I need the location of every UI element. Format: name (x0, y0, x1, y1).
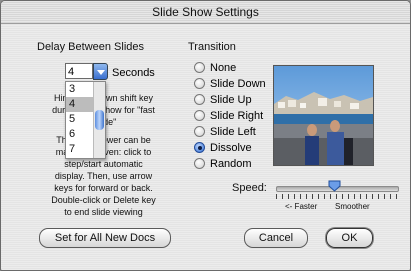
preview-photo (273, 65, 374, 166)
delay-combo-box[interactable]: 4 (65, 63, 108, 81)
radio-label: Slide Left (210, 125, 256, 138)
hint-line: keys for forward or back. (54, 183, 153, 193)
faster-label: <- Faster (285, 202, 318, 211)
radio-button-checked[interactable] (194, 142, 205, 153)
radio-slide-down[interactable]: Slide Down (194, 76, 266, 91)
window-title: Slide Show Settings (152, 5, 259, 19)
radio-label: Slide Right (210, 109, 264, 122)
radio-label: Slide Up (210, 93, 252, 106)
radio-label: Slide Down (210, 77, 266, 90)
radio-slide-left[interactable]: Slide Left (194, 124, 256, 139)
radio-dissolve[interactable]: Dissolve (194, 140, 252, 155)
preview-photo-image (274, 66, 373, 165)
radio-label: None (210, 61, 237, 74)
delay-value-field[interactable]: 4 (65, 63, 93, 79)
slide-show-settings-dialog: Slide Show Settings Delay Between Slides… (0, 0, 411, 271)
speed-label: Speed: (232, 182, 267, 194)
radio-none[interactable]: None (194, 60, 236, 75)
speed-slider-thumb[interactable] (328, 180, 341, 192)
ok-button[interactable]: OK (326, 228, 373, 248)
delay-dropdown-list[interactable]: 3 4 5 6 7 (65, 81, 106, 159)
chevron-down-icon[interactable] (93, 63, 108, 80)
radio-button[interactable] (194, 62, 205, 73)
scroll-thumb[interactable] (95, 110, 104, 130)
radio-random[interactable]: Random (194, 156, 252, 171)
radio-slide-right[interactable]: Slide Right (194, 108, 263, 123)
seconds-label: Seconds (112, 67, 155, 79)
radio-button[interactable] (194, 78, 205, 89)
hint-line: step/start automatic (64, 159, 143, 169)
transition-heading: Transition (188, 41, 236, 53)
radio-label: Dissolve (210, 141, 252, 154)
radio-button[interactable] (194, 158, 205, 169)
hint-line: display. Then, use arrow (54, 171, 153, 181)
list-scrollbar[interactable] (93, 82, 105, 158)
radio-label: Random (210, 157, 252, 170)
set-for-all-new-docs-button[interactable]: Set for All New Docs (39, 228, 171, 248)
smoother-label: Smoother (335, 202, 370, 211)
radio-button[interactable] (194, 94, 205, 105)
radio-button[interactable] (194, 126, 205, 137)
hint-line: to end slide viewing (64, 207, 143, 217)
delay-heading: Delay Between Slides (37, 41, 145, 53)
hint-line: Double-click or Delete key (51, 195, 156, 205)
title-bar[interactable]: Slide Show Settings (1, 1, 410, 24)
speed-slider-ticks (276, 194, 399, 199)
cancel-button[interactable]: Cancel (244, 228, 308, 248)
radio-slide-up[interactable]: Slide Up (194, 92, 252, 107)
radio-button[interactable] (194, 110, 205, 121)
